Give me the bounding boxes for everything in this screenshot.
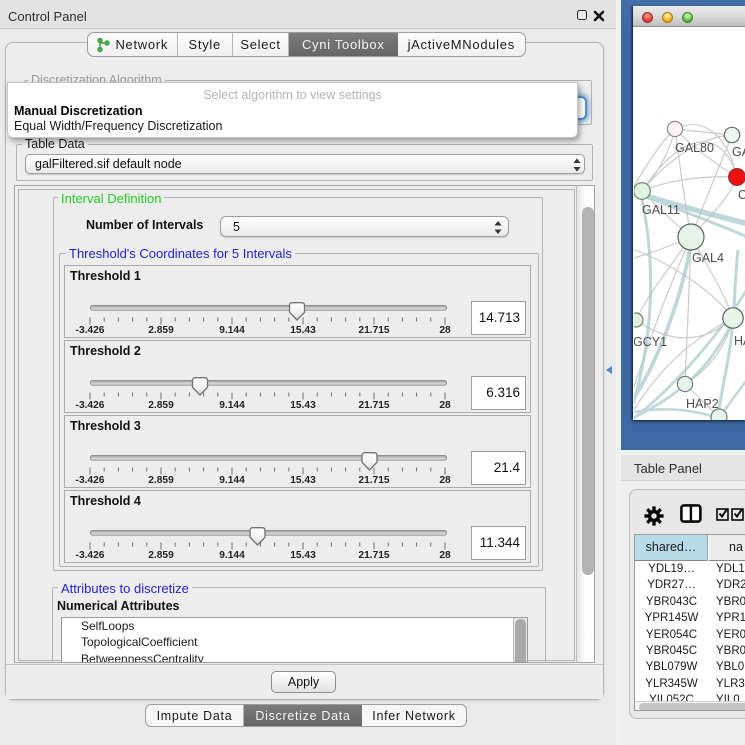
svg-text:HA: HA <box>734 334 745 348</box>
svg-text:GAL80: GAL80 <box>675 141 714 155</box>
svg-text:GCY1: GCY1 <box>634 335 667 349</box>
svg-text:CDC: CDC <box>738 188 745 202</box>
svg-text:GAL11: GAL11 <box>642 203 680 217</box>
svg-text:HAP2: HAP2 <box>686 397 719 411</box>
svg-text:GAL4: GAL4 <box>692 251 724 265</box>
svg-text:GAL7: GAL7 <box>732 145 745 159</box>
